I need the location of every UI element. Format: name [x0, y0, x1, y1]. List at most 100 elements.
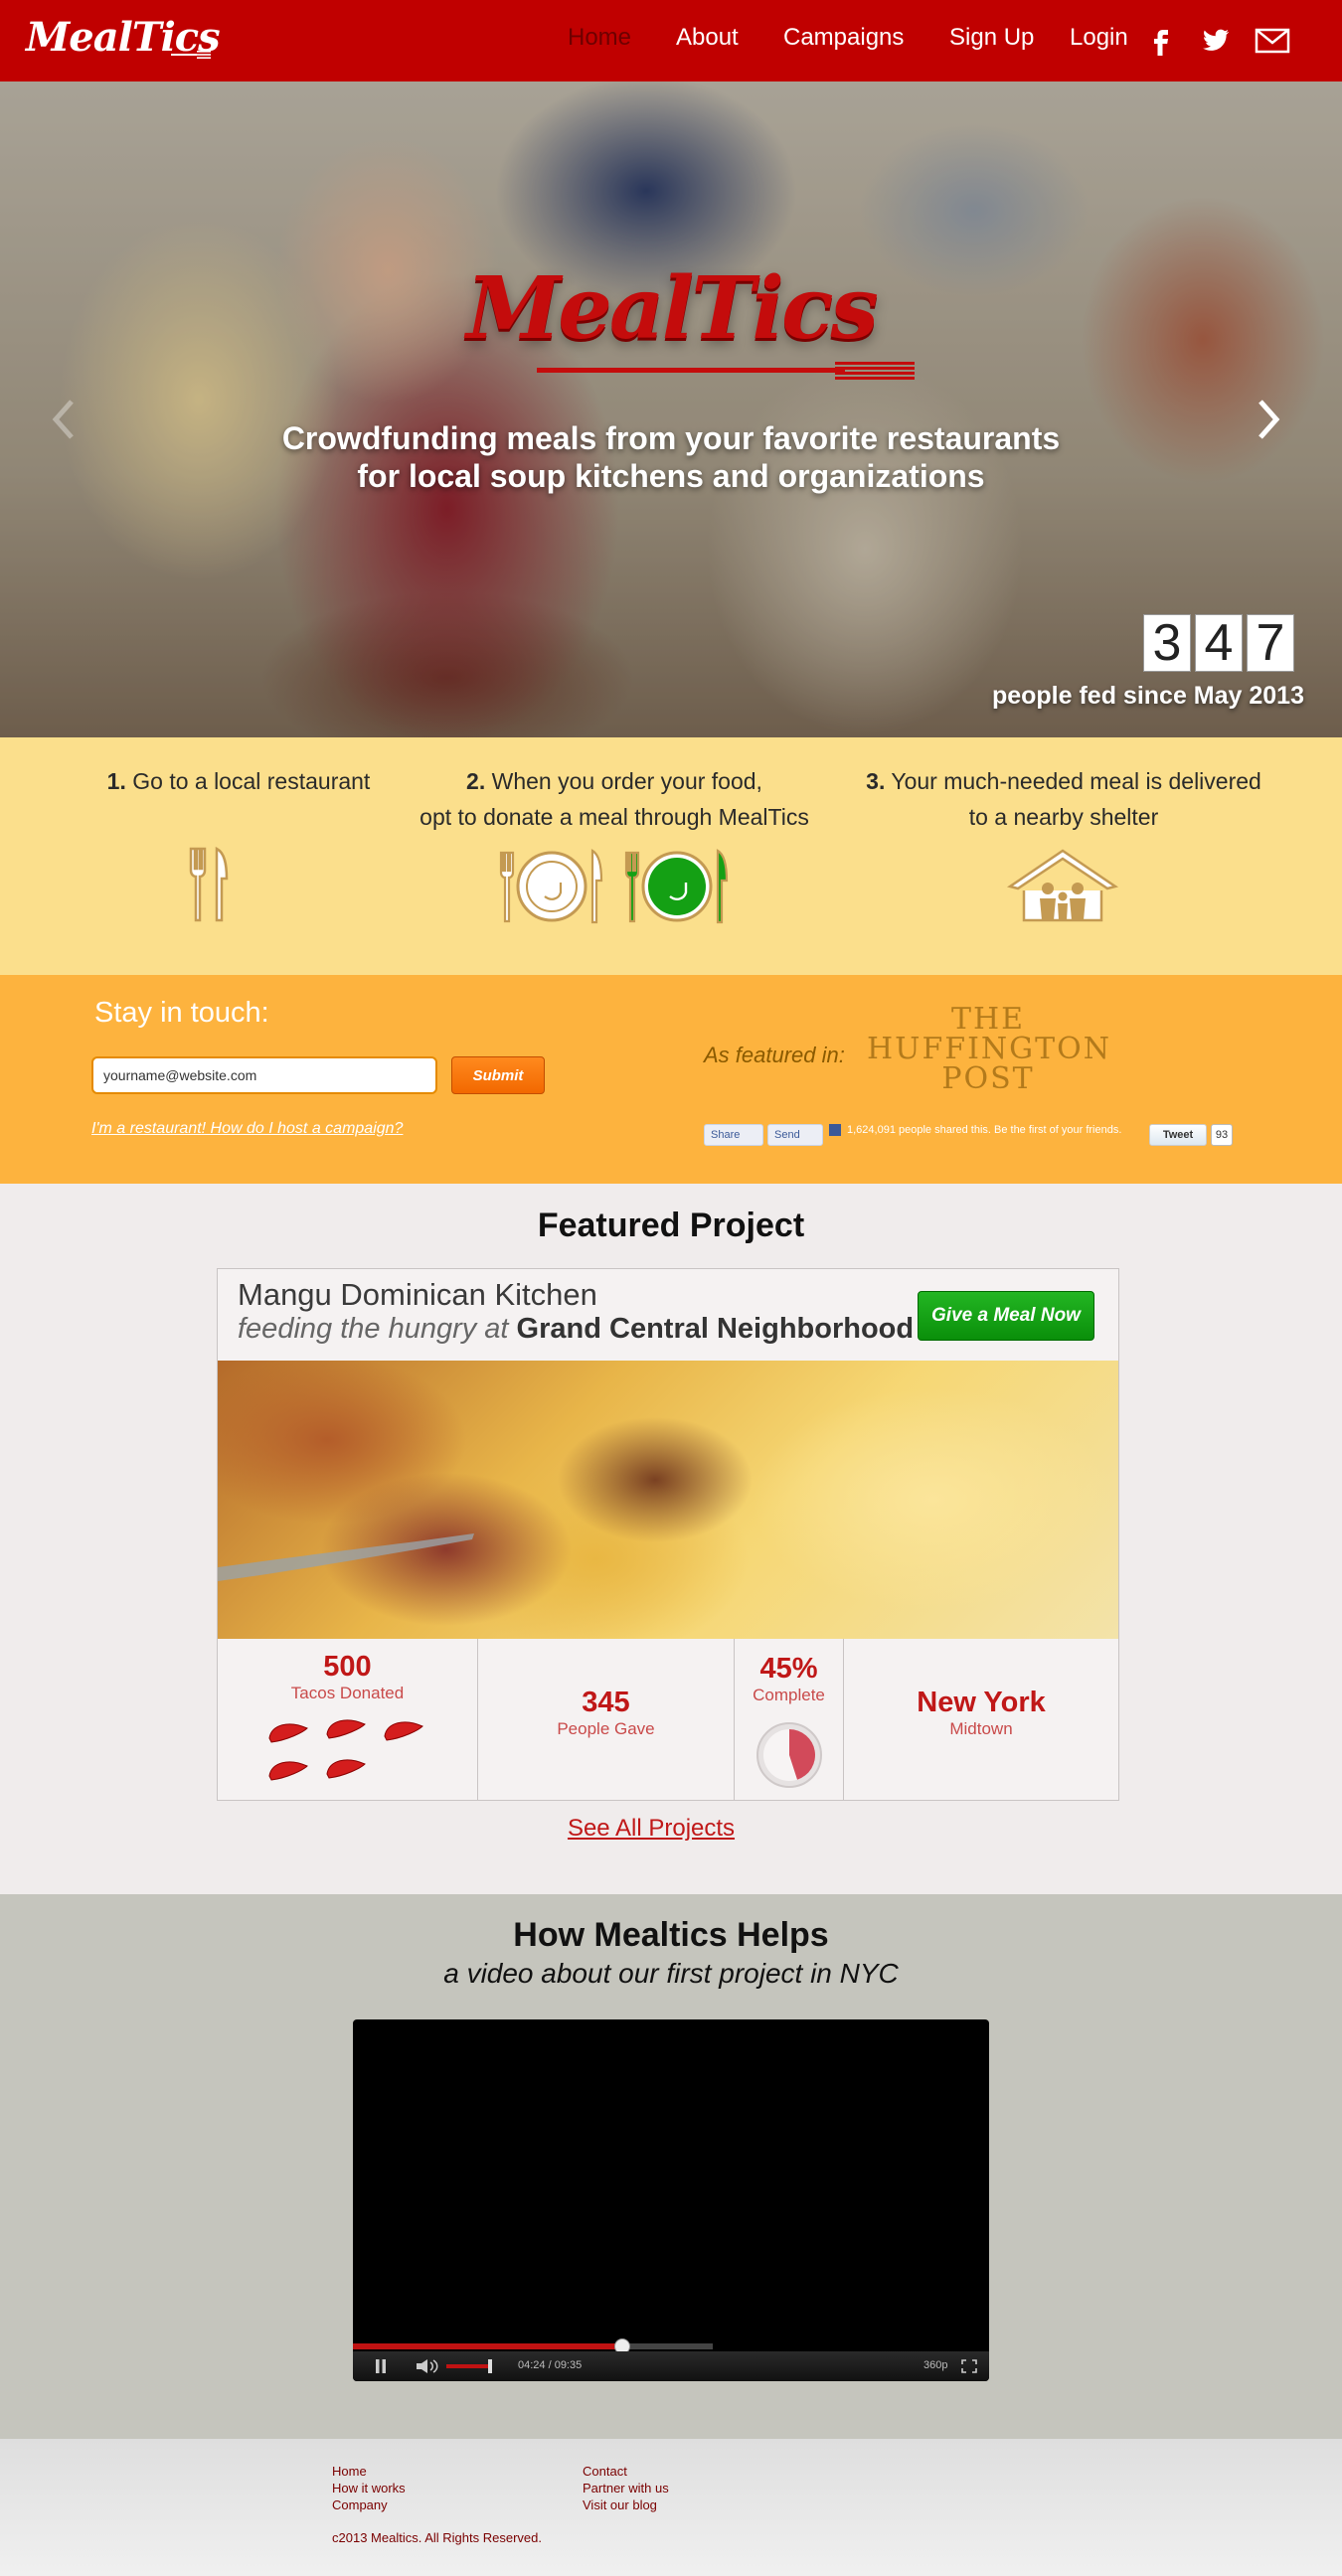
helps-title: How Mealtics Helps — [513, 1916, 829, 1954]
stat-value: 345 — [582, 1687, 630, 1718]
stat-complete: 45% Complete — [735, 1639, 844, 1800]
facebook-icon[interactable] — [1143, 22, 1179, 58]
tweet-button[interactable]: Tweet — [1149, 1124, 1207, 1146]
step-1: 1. Go to a local restaurant — [40, 763, 437, 799]
nav-home-link[interactable]: Home — [568, 24, 631, 52]
facebook-small-icon — [829, 1124, 841, 1136]
hero-tagline-line2: for local soup kitchens and organization… — [357, 458, 985, 494]
progress-pie-icon — [756, 1722, 822, 1788]
step-number: 2. — [466, 768, 486, 794]
volume-slider[interactable] — [446, 2364, 492, 2368]
fork-underline-icon — [537, 362, 915, 380]
counter-digit: 4 — [1195, 614, 1243, 672]
step-number: 3. — [866, 768, 886, 794]
taco-icons — [268, 1719, 423, 1781]
facebook-share-count: 1,624,091 people shared this. Be the fir… — [847, 1124, 1122, 1136]
plate-icon — [499, 849, 603, 924]
stat-value: 500 — [323, 1651, 372, 1683]
counter-digit: 3 — [1143, 614, 1191, 672]
footer-blog-link[interactable]: Visit our blog — [583, 2496, 669, 2513]
stat-people-gave: 345 People Gave — [478, 1639, 735, 1800]
carousel-next-arrow-icon[interactable] — [1249, 390, 1288, 449]
facebook-share-button[interactable]: Share — [704, 1124, 763, 1146]
featured-project-card: Mangu Dominican Kitchen feeding the hung… — [217, 1268, 1119, 1801]
video-player[interactable]: 04:24 / 09:35 360p — [353, 2019, 989, 2381]
step-3: 3. Your much-needed meal is delivered to… — [815, 763, 1312, 835]
step-2: 2. When you order your food, opt to dona… — [396, 763, 833, 835]
stat-value: New York — [917, 1687, 1046, 1718]
project-food-photo[interactable] — [218, 1361, 1118, 1639]
taco-icon — [268, 1761, 308, 1781]
hero-tagline-line1: Crowdfunding meals from your favorite re… — [281, 420, 1061, 456]
taco-icon — [326, 1719, 366, 1739]
hero-banner: MealTics Crowdfunding meals from your fa… — [0, 81, 1342, 737]
footer-partner-link[interactable]: Partner with us — [583, 2480, 669, 2496]
footer-contact-link[interactable]: Contact — [583, 2463, 669, 2480]
tweet-label: Tweet — [1162, 1129, 1194, 1141]
project-subtitle: feeding the hungry at Grand Central Neig… — [238, 1313, 914, 1346]
give-meal-button[interactable]: Give a Meal Now — [918, 1291, 1094, 1341]
stat-value: 45% — [759, 1653, 818, 1685]
stat-label: Complete — [753, 1686, 825, 1704]
tweet-count: 93 — [1211, 1124, 1233, 1146]
featured-in-label: As featured in: — [704, 1043, 845, 1067]
video-progress-fill — [353, 2343, 622, 2349]
submit-button[interactable]: Submit — [451, 1056, 545, 1094]
hero-logo: MealTics — [466, 258, 879, 359]
taco-icon — [268, 1723, 308, 1743]
video-quality-button[interactable]: 360p — [923, 2359, 947, 2371]
footer-column-2: Contact Partner with us Visit our blog — [583, 2463, 669, 2513]
carousel-prev-arrow-icon[interactable] — [44, 390, 84, 449]
footer-company-link[interactable]: Company — [332, 2496, 406, 2513]
stat-label: People Gave — [557, 1719, 655, 1738]
project-name[interactable]: Mangu Dominican Kitchen — [238, 1277, 597, 1313]
people-fed-caption: people fed since May 2013 — [991, 682, 1304, 710]
shelter-house-icon — [1006, 849, 1119, 922]
top-navigation: MealTics Home About Campaigns Sign Up Lo… — [0, 0, 1342, 81]
host-campaign-link[interactable]: I'm a restaurant! How do I host a campai… — [91, 1120, 403, 1138]
fork-knife-icon — [189, 846, 229, 922]
see-all-projects-link[interactable]: See All Projects — [0, 1815, 1302, 1843]
meals-counter: 3 4 7 — [1143, 614, 1294, 672]
volume-icon[interactable] — [417, 2359, 438, 2373]
stat-label: Midtown — [949, 1719, 1013, 1738]
fork-logo-icon — [171, 51, 211, 59]
nav-signup-link[interactable]: Sign Up — [949, 24, 1034, 52]
mail-icon[interactable] — [1255, 22, 1290, 58]
footer-how-it-works-link[interactable]: How it works — [332, 2480, 406, 2496]
fullscreen-icon[interactable] — [961, 2359, 977, 2373]
step-text: Go to a local restaurant — [132, 768, 371, 794]
project-subtitle-prefix: feeding the hungry at — [238, 1313, 509, 1345]
huffington-post-logo[interactable]: THE HUFFINGTON POST — [867, 1005, 1109, 1094]
fb-send-label: Send — [774, 1129, 800, 1141]
footer-home-link[interactable]: Home — [332, 2463, 406, 2480]
volume-handle[interactable] — [488, 2359, 492, 2373]
nav-login-link[interactable]: Login — [1070, 24, 1128, 52]
email-field[interactable] — [91, 1056, 437, 1094]
donated-plate-icon — [624, 849, 729, 924]
stat-label: Tacos Donated — [290, 1684, 405, 1702]
nav-campaigns-link[interactable]: Campaigns — [783, 24, 904, 52]
pause-icon[interactable] — [375, 2359, 387, 2373]
taco-icon — [326, 1759, 366, 1779]
huffington-logo-line: THE — [950, 1002, 1026, 1037]
huffington-logo-line: HUFFINGTON — [867, 1032, 1111, 1066]
how-it-works-steps: 1. Go to a local restaurant 2. When you … — [0, 737, 1342, 975]
step-text: Your much-needed meal is delivered — [891, 768, 1261, 794]
hero-photo-overlay — [0, 81, 1342, 737]
nav-about-link[interactable]: About — [676, 24, 739, 52]
stay-in-touch-title: Stay in touch: — [94, 997, 269, 1029]
facebook-send-button[interactable]: Send — [767, 1124, 823, 1146]
helps-subtitle: a video about our first project in NYC — [443, 1958, 899, 1989]
featured-project-title: Featured Project — [537, 1207, 805, 1244]
hero-tagline: Crowdfunding meals from your favorite re… — [159, 419, 1183, 495]
huffington-logo-line: POST — [941, 1061, 1035, 1096]
stat-location: New York Midtown — [844, 1639, 1118, 1800]
twitter-icon[interactable] — [1197, 22, 1233, 58]
project-location: Grand Central Neighborhood — [516, 1313, 915, 1345]
counter-digit: 7 — [1247, 614, 1294, 672]
step-number: 1. — [106, 768, 126, 794]
fb-share-label: Share — [711, 1129, 741, 1141]
step-text: to a nearby shelter — [968, 804, 1159, 830]
stay-in-touch-section: Stay in touch: Submit I'm a restaurant! … — [0, 975, 1342, 1184]
